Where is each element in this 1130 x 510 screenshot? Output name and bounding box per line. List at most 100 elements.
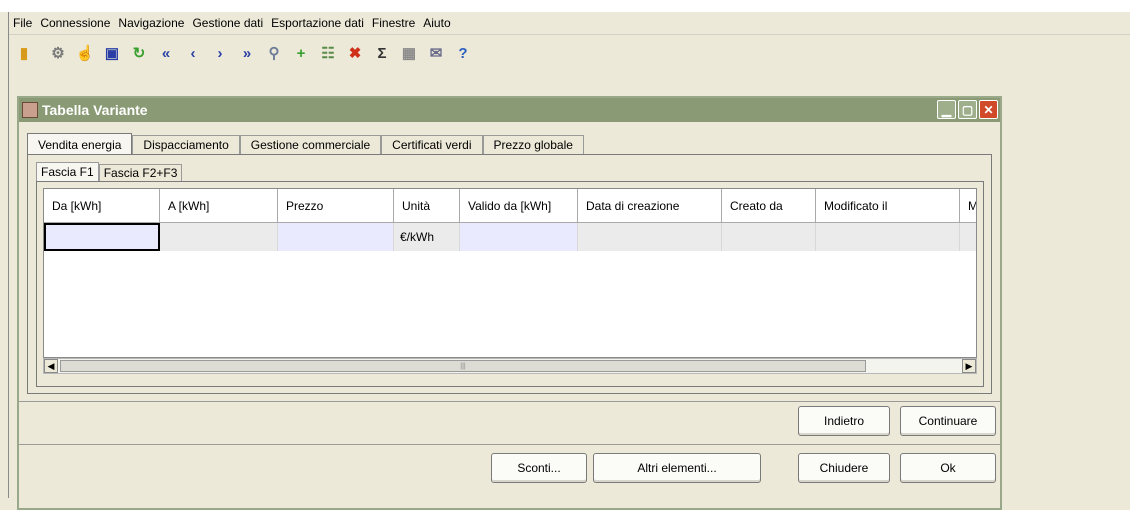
menu-navigazione[interactable]: Navigazione bbox=[114, 16, 188, 30]
menu-bar: File Connessione Navigazione Gestione da… bbox=[9, 12, 1130, 35]
tab-certificati-verdi[interactable]: Certificati verdi bbox=[381, 135, 483, 154]
column-header-valido-da[interactable]: Valido da [kWh] bbox=[460, 189, 578, 223]
tab-prezzo-globale[interactable]: Prezzo globale bbox=[482, 135, 584, 154]
hierarchy-button[interactable]: ☷ bbox=[317, 42, 339, 64]
refresh-icon: ↻ bbox=[132, 44, 146, 62]
arrow-right-icon: ▶ bbox=[965, 360, 973, 371]
first-button[interactable]: « bbox=[155, 42, 177, 64]
connect-button[interactable]: ⚙ bbox=[47, 42, 69, 64]
tab-gestione-commerciale[interactable]: Gestione commerciale bbox=[239, 135, 382, 154]
disconnect-button[interactable]: ☝ bbox=[74, 42, 96, 64]
help-icon: ? bbox=[458, 44, 468, 62]
table-row: €/kWh bbox=[44, 223, 976, 251]
cell-m[interactable] bbox=[960, 223, 976, 251]
window-titlebar[interactable]: Tabella Variante ▁ ▢ ✕ bbox=[19, 98, 1000, 122]
subtab-panel: Da [kWh] A [kWh] Prezzo Unità Valido da … bbox=[36, 181, 984, 387]
cell-prezzo[interactable] bbox=[278, 223, 394, 251]
menu-connessione[interactable]: Connessione bbox=[36, 16, 114, 30]
previous-icon: ‹ bbox=[190, 44, 196, 62]
back-button[interactable]: Indietro bbox=[798, 406, 890, 436]
maximize-button[interactable]: ▢ bbox=[958, 100, 977, 119]
top-strip bbox=[0, 0, 1130, 12]
toolbar: ▮ ⚙ ☝ ▣ ↻ « ‹ › » ⚲ + ☷ ✖ Σ ▦ ✉? bbox=[9, 36, 1130, 70]
arrow-left-icon: ◀ bbox=[47, 360, 55, 371]
subtab-fascia-f1[interactable]: Fascia F1 bbox=[36, 162, 99, 181]
search-button[interactable]: ⚲ bbox=[263, 42, 285, 64]
calendar-button[interactable]: ▦ bbox=[398, 42, 420, 64]
minimize-icon: ▁ bbox=[941, 102, 952, 117]
column-header-modificato-il[interactable]: Modificato il bbox=[816, 189, 960, 223]
menu-finestre[interactable]: Finestre bbox=[368, 16, 419, 30]
previous-button[interactable]: ‹ bbox=[182, 42, 204, 64]
disconnect-icon: ☝ bbox=[75, 44, 95, 62]
column-header-m[interactable]: M bbox=[960, 189, 976, 223]
cell-unita[interactable]: €/kWh bbox=[394, 223, 460, 251]
menu-gestione-dati[interactable]: Gestione dati bbox=[188, 16, 267, 30]
exit-icon: ▮ bbox=[19, 44, 29, 62]
save-icon: ▣ bbox=[104, 44, 120, 62]
cell-data-creazione[interactable] bbox=[578, 223, 722, 251]
horizontal-scrollbar[interactable]: ◀ ||| ▶ bbox=[43, 358, 977, 374]
cell-creato-da[interactable] bbox=[722, 223, 816, 251]
menu-esportazione-dati[interactable]: Esportazione dati bbox=[267, 16, 368, 30]
first-icon: « bbox=[161, 44, 171, 62]
sum-icon: Σ bbox=[377, 44, 387, 62]
cell-da[interactable] bbox=[44, 223, 160, 251]
column-header-da[interactable]: Da [kWh] bbox=[44, 189, 160, 223]
cell-valido-da[interactable] bbox=[460, 223, 578, 251]
subtab-fascia-f2-f3[interactable]: Fascia F2+F3 bbox=[98, 164, 183, 181]
close-icon: ✕ bbox=[983, 102, 994, 117]
cell-modificato-il[interactable] bbox=[816, 223, 960, 251]
data-table: Da [kWh] A [kWh] Prezzo Unità Valido da … bbox=[43, 188, 977, 358]
tab-dispacciamento[interactable]: Dispacciamento bbox=[132, 135, 240, 154]
next-button[interactable]: › bbox=[209, 42, 231, 64]
tab-vendita-energia[interactable]: Vendita energia bbox=[27, 133, 133, 155]
hierarchy-icon: ☷ bbox=[321, 44, 335, 62]
last-icon: » bbox=[242, 44, 252, 62]
table-header: Da [kWh] A [kWh] Prezzo Unità Valido da … bbox=[44, 189, 976, 223]
search-icon: ⚲ bbox=[268, 44, 280, 62]
toolbar-separator bbox=[40, 42, 42, 64]
window-title: Tabella Variante bbox=[42, 102, 148, 118]
email-button[interactable]: ✉ bbox=[425, 42, 447, 64]
add-icon: + bbox=[296, 44, 306, 62]
table-window-icon bbox=[22, 102, 38, 118]
column-header-creato-da[interactable]: Creato da bbox=[722, 189, 816, 223]
close-window-button[interactable]: ✕ bbox=[979, 100, 998, 119]
minimize-button[interactable]: ▁ bbox=[937, 100, 956, 119]
exit-button[interactable]: ▮ bbox=[13, 42, 35, 64]
scroll-left-button[interactable]: ◀ bbox=[44, 359, 58, 373]
help-button[interactable]: ? bbox=[452, 42, 474, 64]
refresh-button[interactable]: ↻ bbox=[128, 42, 150, 64]
discounts-button[interactable]: Sconti... bbox=[491, 453, 587, 483]
tab-panel: Fascia F1 Fascia F2+F3 Da [kWh] A [kWh] … bbox=[27, 154, 992, 394]
menu-file[interactable]: File bbox=[9, 16, 36, 30]
close-button[interactable]: Chiudere bbox=[798, 453, 890, 483]
continue-button[interactable]: Continuare bbox=[900, 406, 996, 436]
internal-window: Tabella Variante ▁ ▢ ✕ Vendita energia D… bbox=[17, 96, 1002, 510]
ok-button[interactable]: Ok bbox=[900, 453, 996, 483]
save-button[interactable]: ▣ bbox=[101, 42, 123, 64]
menu-aiuto[interactable]: Aiuto bbox=[419, 16, 454, 30]
grip-icon: ||| bbox=[460, 362, 466, 370]
cell-a[interactable] bbox=[160, 223, 278, 251]
column-header-a[interactable]: A [kWh] bbox=[160, 189, 278, 223]
delete-button[interactable]: ✖ bbox=[344, 42, 366, 64]
add-button[interactable]: + bbox=[290, 42, 312, 64]
main-tabs: Vendita energia Dispacciamento Gestione … bbox=[27, 132, 584, 155]
column-header-unita[interactable]: Unità bbox=[394, 189, 460, 223]
connect-icon: ⚙ bbox=[51, 44, 65, 62]
scroll-right-button[interactable]: ▶ bbox=[962, 359, 976, 373]
scroll-thumb[interactable]: ||| bbox=[60, 360, 866, 372]
last-button[interactable]: » bbox=[236, 42, 258, 64]
column-header-data-creazione[interactable]: Data di creazione bbox=[578, 189, 722, 223]
maximize-icon: ▢ bbox=[961, 102, 974, 117]
screen: { "menu": ["File","Connessione","Navigaz… bbox=[0, 0, 1130, 510]
other-items-button[interactable]: Altri elementi... bbox=[593, 453, 761, 483]
calendar-icon: ▦ bbox=[401, 44, 417, 62]
delete-icon: ✖ bbox=[348, 44, 362, 62]
sub-tabs: Fascia F1 Fascia F2+F3 bbox=[36, 162, 183, 181]
column-header-prezzo[interactable]: Prezzo bbox=[278, 189, 394, 223]
application-window: File Connessione Navigazione Gestione da… bbox=[8, 12, 1130, 510]
sum-button[interactable]: Σ bbox=[371, 42, 393, 64]
